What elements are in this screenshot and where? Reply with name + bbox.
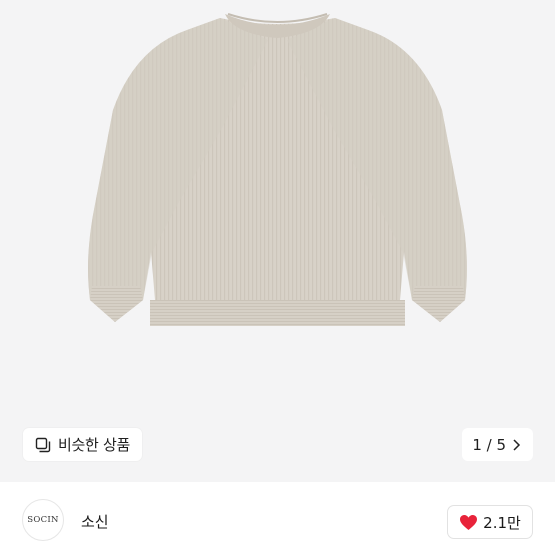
product-image-carousel[interactable]: 비슷한 상품 1 / 5	[0, 0, 555, 482]
image-pager-button[interactable]: 1 / 5	[462, 428, 533, 461]
similar-products-label: 비슷한 상품	[58, 436, 130, 454]
product-image	[88, 13, 467, 326]
similar-products-button[interactable]: 비슷한 상품	[23, 428, 142, 461]
seller-logo-text: SOCIN	[27, 515, 59, 525]
heart-icon	[460, 514, 478, 530]
chevron-right-icon	[513, 438, 521, 451]
page-indicator: 1 / 5	[472, 435, 506, 454]
like-count: 2.1만	[483, 513, 521, 532]
seller-name[interactable]: 소신	[81, 511, 109, 532]
copy-images-icon	[35, 437, 51, 452]
like-button[interactable]: 2.1만	[447, 505, 533, 539]
seller-avatar[interactable]: SOCIN	[22, 499, 64, 541]
